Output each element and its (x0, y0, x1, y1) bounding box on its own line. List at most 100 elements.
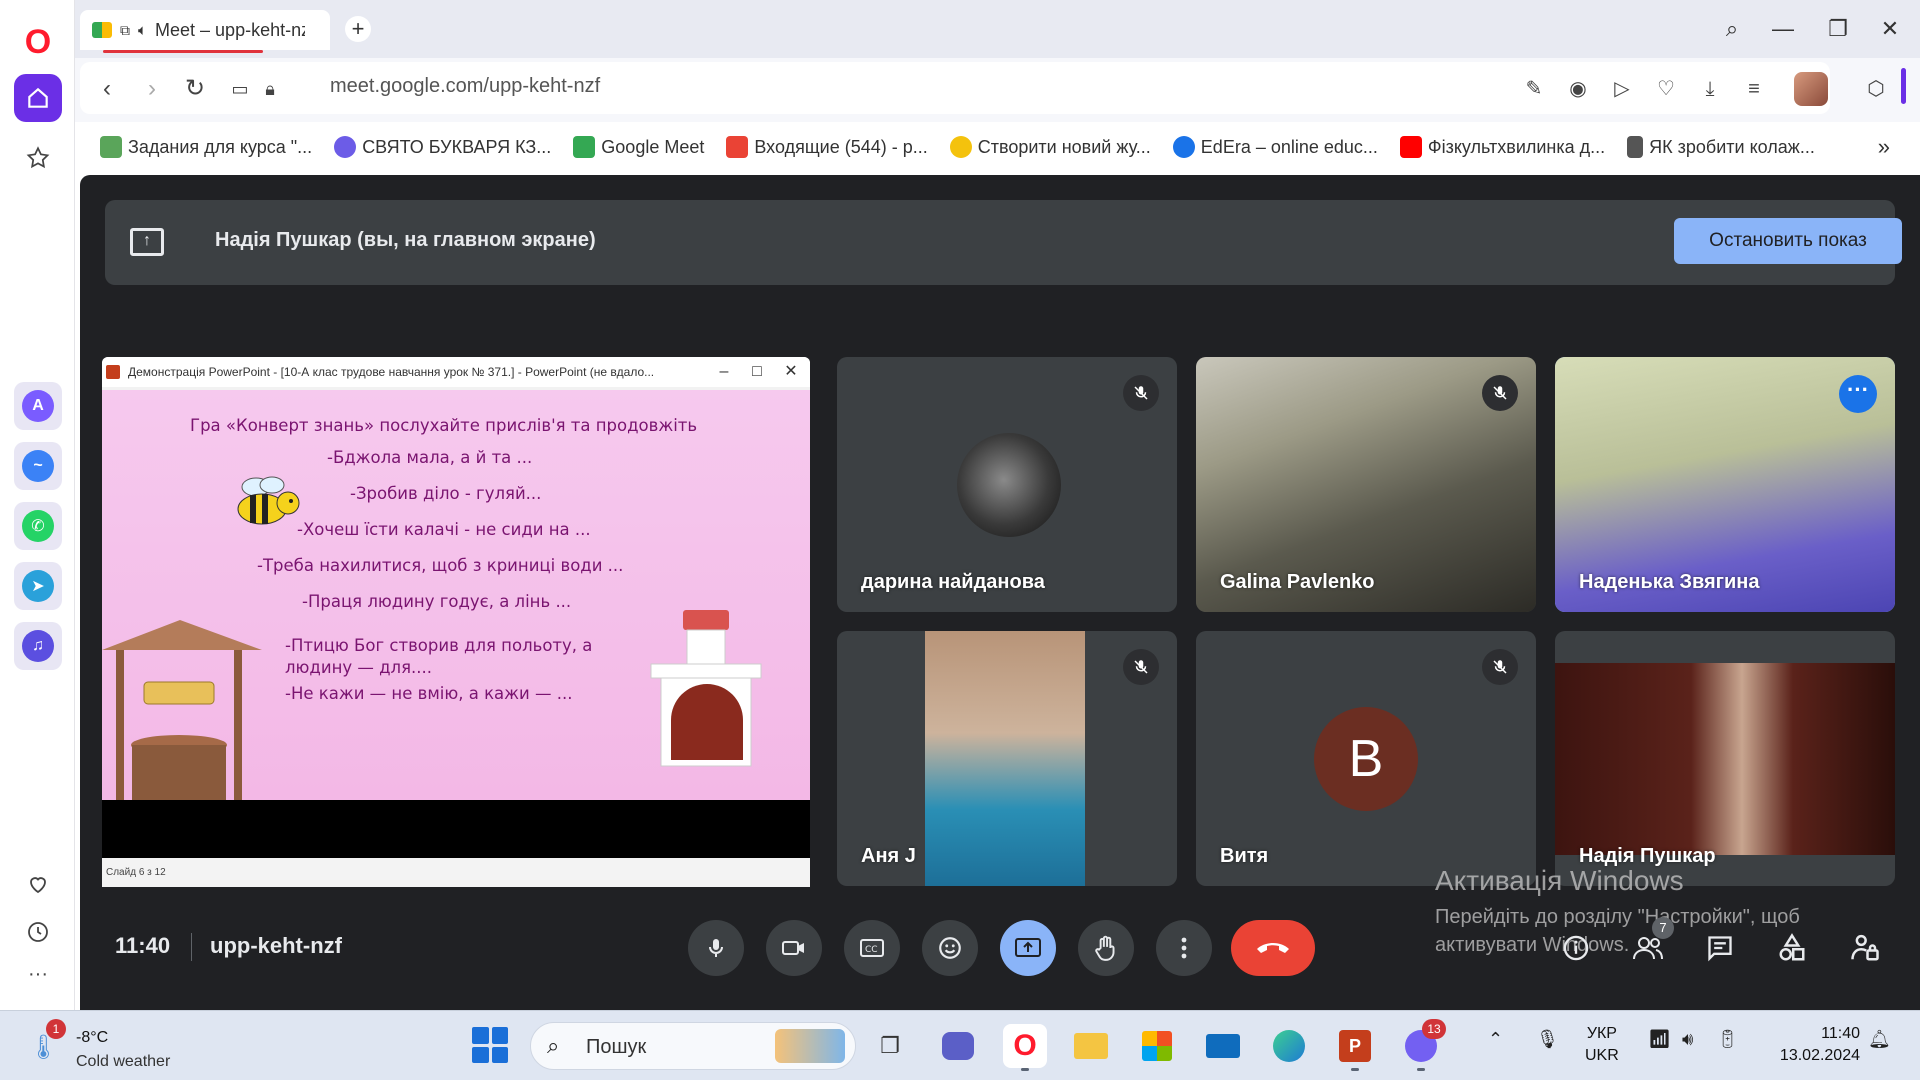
file-explorer-button[interactable] (1069, 1024, 1113, 1068)
more-options-icon[interactable]: ··· (1839, 375, 1877, 413)
music-app-button[interactable]: ♫ (14, 622, 62, 670)
leave-call-button[interactable] (1231, 920, 1315, 976)
camera-site-icon[interactable]: ▭ (225, 74, 255, 104)
present-now-button[interactable] (1000, 920, 1056, 976)
bookmark-item[interactable]: ЯК зробити колаж... (1627, 136, 1815, 158)
clock-icon (28, 922, 48, 942)
download-icon[interactable]: ⤓ (1696, 75, 1724, 103)
captions-button[interactable]: CC (844, 920, 900, 976)
show-hidden-icons[interactable]: ⌃ (1488, 1029, 1503, 1050)
tab-meet[interactable]: ⧉ 🔈︎ Meet – upp-keht-nzf (80, 10, 330, 50)
camera-icon (782, 941, 804, 955)
share-page-icon[interactable]: ✎ (1520, 75, 1548, 103)
microphone-button[interactable] (688, 920, 744, 976)
avatar: B (1314, 707, 1418, 811)
easy-setup-icon[interactable]: ≡ (1740, 75, 1768, 103)
people-button[interactable] (1625, 925, 1671, 971)
task-view-button[interactable]: ❐ (868, 1024, 912, 1068)
forward-icon[interactable]: › (137, 74, 167, 104)
lock-icon[interactable]: 🔒︎ (255, 74, 285, 104)
bookmark-item[interactable]: СВЯТО БУКВАРЯ КЗ... (334, 136, 551, 158)
powerpoint-taskbar-button[interactable]: P (1333, 1024, 1377, 1071)
activities-button[interactable] (1769, 925, 1815, 971)
microphone-tray-icon[interactable]: 🎙︎ (1536, 1029, 1559, 1050)
youtube-icon (1399, 136, 1422, 158)
opera-sidebar: O A ~ ✆ ➤ ♫ ··· (0, 0, 75, 1010)
slide-line: -Зробив діло - гуляй... (350, 484, 542, 503)
reactions-button[interactable] (922, 920, 978, 976)
snapshot-icon[interactable]: ◉ (1564, 75, 1592, 103)
host-controls-button[interactable] (1842, 925, 1888, 971)
bookmarks-more-icon[interactable]: » (1878, 134, 1890, 160)
store-button[interactable] (1135, 1024, 1179, 1068)
minimize-button[interactable]: — (1763, 12, 1803, 46)
maximize-button[interactable]: ❐ (1818, 12, 1858, 46)
new-tab-button[interactable]: + (345, 16, 371, 42)
back-icon[interactable]: ‹ (92, 74, 122, 104)
taskbar-search[interactable]: ⌕ Пошук (530, 1022, 856, 1070)
bookmark-item[interactable]: Фізкультхвилинка д... (1399, 136, 1605, 158)
system-clock[interactable]: 11:40 13.02.2024 (1760, 1023, 1860, 1067)
chat-button[interactable] (1697, 925, 1743, 971)
sun-icon (949, 136, 972, 158)
mic-off-icon (1123, 375, 1159, 411)
input-language[interactable]: УКР UKR (1585, 1023, 1619, 1067)
battery-icon[interactable]: 🔋︎ (1716, 1029, 1739, 1050)
participant-tile[interactable]: Аня J (837, 631, 1177, 886)
close-window-button[interactable]: ✕ (1870, 12, 1910, 46)
lock-person-icon (1851, 934, 1879, 961)
play-icon[interactable]: ▷ (1608, 75, 1636, 103)
raise-hand-button[interactable] (1078, 920, 1134, 976)
more-options-button[interactable] (1156, 920, 1212, 976)
aria-app-button[interactable]: A (14, 382, 62, 430)
participant-tile-self[interactable]: Надія Пушкар (1555, 631, 1895, 886)
extensions-icon[interactable]: ⬡ (1862, 75, 1890, 103)
weather-widget[interactable]: 🌡︎ 1 -8°C Cold weather (28, 1019, 208, 1073)
participant-tile[interactable]: B Витя (1196, 631, 1536, 886)
edge-button[interactable] (1267, 1024, 1311, 1068)
heart-icon[interactable]: ♡ (1652, 75, 1680, 103)
meeting-details-button[interactable] (1553, 925, 1599, 971)
notifications-bell-icon[interactable]: 🔔︎ (1868, 1029, 1891, 1050)
url-text[interactable]: meet.google.com/upp-keht-nzf (330, 75, 600, 98)
mail-button[interactable] (1201, 1024, 1245, 1068)
whatsapp-app-button[interactable]: ✆ (14, 502, 62, 550)
star-button[interactable] (14, 134, 62, 182)
more-sidebar-icon[interactable]: ··· (14, 950, 62, 998)
participant-tile-active-speaker[interactable]: ··· Наденька Звягина (1555, 357, 1895, 612)
tab-search-icon[interactable]: ⌕ (1712, 12, 1752, 46)
bookmark-item[interactable]: Google Meet (573, 136, 704, 158)
volume-icon[interactable]: 🔊︎ (1682, 1029, 1693, 1050)
opera-taskbar-button[interactable]: O (1003, 1024, 1047, 1071)
participant-tile[interactable]: дарина найданова (837, 357, 1177, 612)
favorites-button[interactable] (14, 860, 62, 908)
messenger-icon: ~ (22, 450, 54, 482)
history-button[interactable] (14, 908, 62, 956)
start-button[interactable] (472, 1027, 508, 1063)
url-box[interactable]: ‹ › ↻ ▭ 🔒︎ meet.google.com/upp-keht-nzf … (80, 62, 1830, 114)
present-screen-icon: ↑ (130, 228, 164, 256)
weather-condition: Cold weather (76, 1053, 171, 1070)
bookmark-item[interactable]: Задания для курса "... (100, 136, 312, 158)
camera-button[interactable] (766, 920, 822, 976)
bookmark-item[interactable]: EdEra – online educ... (1172, 136, 1378, 158)
bookmark-item[interactable]: Входящие (544) - p... (726, 136, 928, 158)
profile-avatar[interactable] (1794, 72, 1828, 106)
powerpoint-icon (106, 365, 120, 379)
opera-logo-icon[interactable]: O (18, 22, 58, 62)
ppt-window-title: Демонстрація PowerPoint - [10-А клас тру… (102, 357, 810, 387)
stove-illustration (650, 610, 762, 767)
slide-line: -Птицю Бог створив для польоту, а (285, 636, 593, 655)
participant-tile[interactable]: Galina Pavlenko (1196, 357, 1536, 612)
viber-badge: 13 (1422, 1019, 1446, 1039)
store-icon (1142, 1031, 1172, 1061)
teams-chat-button[interactable] (936, 1024, 980, 1068)
bookmark-item[interactable]: Створити новий жу... (949, 136, 1151, 158)
reload-icon[interactable]: ↻ (180, 74, 210, 104)
home-button[interactable] (14, 74, 62, 122)
stop-presenting-button[interactable]: Остановить показ (1674, 218, 1902, 264)
participant-name: Galina Pavlenko (1220, 571, 1375, 593)
telegram-app-button[interactable]: ➤ (14, 562, 62, 610)
messenger-app-button[interactable]: ~ (14, 442, 62, 490)
wifi-icon[interactable]: 📶︎ (1648, 1029, 1671, 1050)
